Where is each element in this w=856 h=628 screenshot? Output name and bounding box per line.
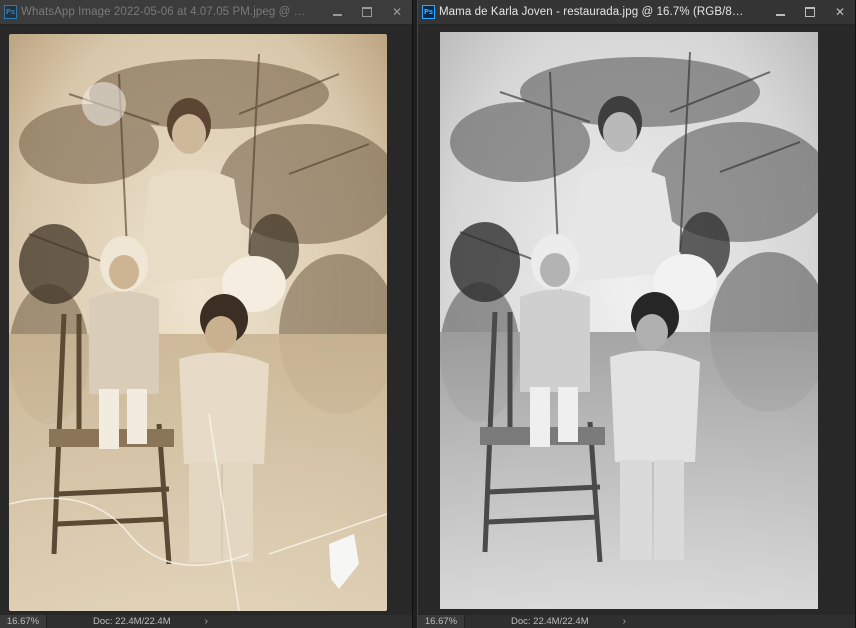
photo-restored <box>440 32 818 609</box>
canvas-area[interactable] <box>0 25 412 615</box>
document-tab-restored[interactable]: Ps Mama de Karla Joven - restaurada.jpg … <box>418 0 855 25</box>
photo-image <box>9 34 387 611</box>
document-window-restored[interactable]: Ps Mama de Karla Joven - restaurada.jpg … <box>417 0 856 628</box>
document-window-original[interactable]: Ps WhatsApp Image 2022-05-06 at 4.07.05 … <box>0 0 413 628</box>
zoom-level[interactable]: 16.67% <box>0 615 47 628</box>
minimize-icon[interactable] <box>765 0 795 24</box>
close-icon[interactable]: ✕ <box>382 0 412 24</box>
minimize-icon[interactable] <box>322 0 352 24</box>
canvas-area[interactable] <box>418 25 855 615</box>
chevron-right-icon[interactable]: › <box>205 616 208 627</box>
photoshop-icon: Ps <box>4 5 17 19</box>
photoshop-icon: Ps <box>422 5 435 19</box>
zoom-level[interactable]: 16.67% <box>418 615 465 628</box>
status-bar: 16.67% Doc: 22.4M/22.4M › <box>418 615 855 628</box>
close-icon[interactable]: ✕ <box>825 0 855 24</box>
photo-image <box>440 32 818 609</box>
document-title: WhatsApp Image 2022-05-06 at 4.07.05 PM.… <box>21 6 306 18</box>
maximize-icon[interactable] <box>352 0 382 24</box>
chevron-right-icon[interactable]: › <box>623 616 626 627</box>
status-bar: 16.67% Doc: 22.4M/22.4M › <box>0 615 412 628</box>
doc-size-info: Doc: 22.4M/22.4M <box>93 616 171 627</box>
maximize-icon[interactable] <box>795 0 825 24</box>
document-title: Mama de Karla Joven - restaurada.jpg @ 1… <box>439 6 744 18</box>
photo-original <box>9 34 387 611</box>
doc-size-info: Doc: 22.4M/22.4M <box>511 616 589 627</box>
document-tab-original[interactable]: Ps WhatsApp Image 2022-05-06 at 4.07.05 … <box>0 0 412 25</box>
